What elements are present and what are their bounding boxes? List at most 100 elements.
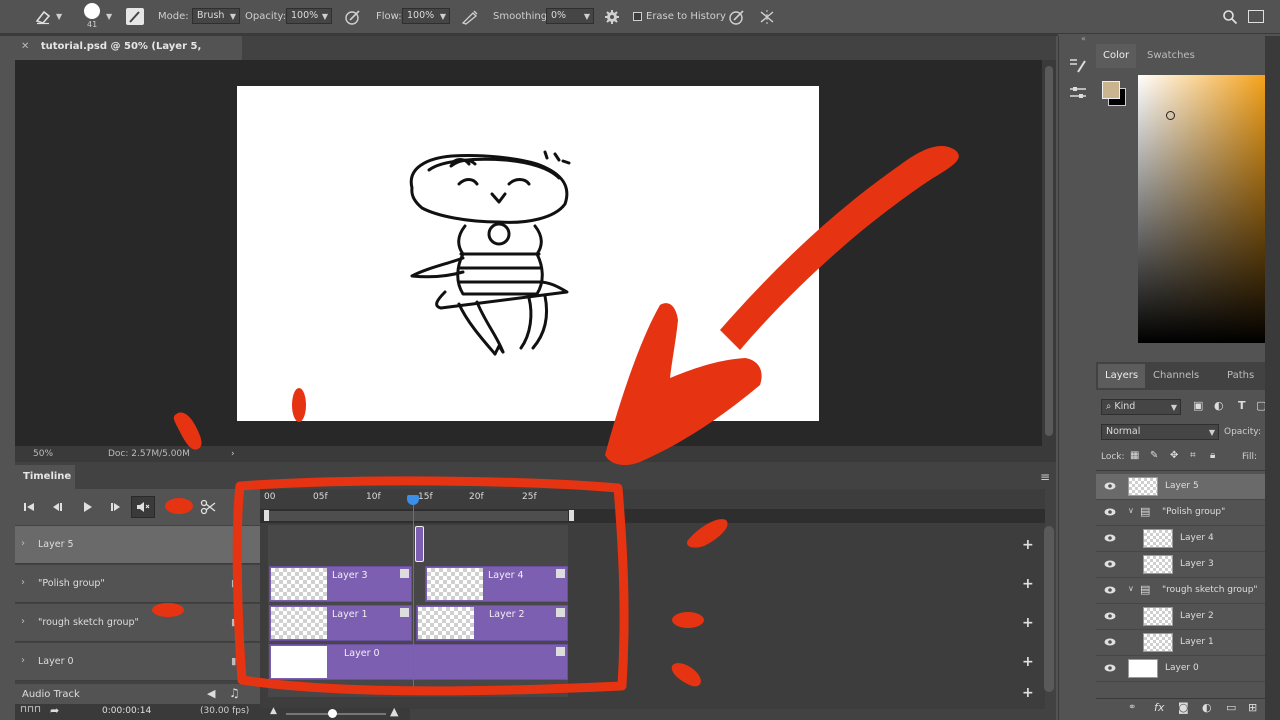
work-area-bar[interactable] (260, 509, 1045, 523)
visibility-eye-icon[interactable] (1104, 611, 1116, 621)
zoom-out-mountain-icon[interactable]: ▲ (270, 706, 277, 716)
clip-options-icon[interactable] (400, 608, 409, 617)
scroll-thumb[interactable] (1045, 66, 1053, 436)
mode-dropdown[interactable]: Brush ▼ (192, 8, 240, 24)
smoothing-gear-icon[interactable] (604, 9, 620, 25)
timeline-tab[interactable]: Timeline (15, 465, 75, 489)
clip-layer1[interactable]: Layer 1 (269, 605, 412, 641)
filter-type-icon[interactable]: T (1238, 399, 1246, 412)
tab-channels[interactable]: Channels (1146, 364, 1206, 388)
clip-options-icon[interactable] (556, 647, 565, 656)
layer-effects-icon[interactable]: fx (1154, 701, 1164, 714)
symmetry-icon[interactable] (758, 9, 776, 25)
lock-artboard-icon[interactable]: ⌗ (1190, 450, 1196, 461)
tab-swatches[interactable]: Swatches (1140, 44, 1202, 68)
tab-paths[interactable]: Paths (1220, 364, 1261, 388)
split-scissors-icon[interactable] (200, 499, 216, 515)
add-media-button-row2[interactable]: + (1022, 576, 1034, 592)
frame-mode-icon[interactable]: ⊓⊓⊓ (20, 705, 41, 715)
workspace-icon[interactable] (1248, 10, 1264, 23)
brush-settings-icon[interactable] (126, 8, 144, 25)
audio-track-row[interactable]: Audio Track ◀ ♫ (15, 684, 260, 706)
clip-layer5[interactable] (415, 526, 424, 562)
zoom-knob[interactable] (328, 709, 337, 718)
link-layers-icon[interactable]: ⚭ (1128, 702, 1136, 713)
erase-to-history-checkbox[interactable] (633, 12, 642, 21)
flow-input[interactable]: 100% ▼ (402, 8, 450, 24)
lock-position-icon[interactable]: ✥ (1170, 450, 1178, 461)
visibility-eye-icon[interactable] (1104, 533, 1116, 543)
work-area-range[interactable] (268, 511, 568, 521)
expand-arrow-icon[interactable]: › (21, 616, 25, 627)
lock-transparent-icon[interactable]: ▦ (1130, 450, 1139, 461)
work-area-end-handle[interactable] (569, 510, 574, 521)
add-media-button-row3[interactable]: + (1022, 615, 1034, 631)
tab-layers[interactable]: Layers (1098, 364, 1146, 388)
zoom-level[interactable]: 50% (33, 446, 53, 462)
expand-arrow-icon[interactable]: › (21, 655, 25, 666)
clip-options-icon[interactable] (556, 608, 565, 617)
color-field[interactable] (1138, 75, 1265, 343)
foreground-color-swatch[interactable] (1102, 81, 1120, 99)
new-layer-icon[interactable]: ⊞ (1248, 701, 1257, 714)
eraser-tool-icon[interactable] (34, 9, 52, 25)
audio-mute-button[interactable] (131, 496, 155, 518)
tool-preset-chevron-icon[interactable]: ▼ (56, 12, 62, 21)
clip-layer2[interactable]: Layer 2 (416, 605, 568, 641)
visibility-eye-icon[interactable] (1104, 481, 1116, 491)
brush-preview-icon[interactable] (84, 3, 100, 19)
timeline-ruler[interactable]: 00 05f 10f 15f 20f 25f (260, 489, 1045, 509)
timeline-zoom-slider[interactable]: ▲ ▲ (260, 705, 410, 720)
group-expand-icon[interactable]: ∨ (1128, 584, 1134, 593)
timeline-tracks[interactable]: 00 05f 10f 15f 20f 25f Layer 3 Layer 4 L… (260, 489, 1045, 709)
add-media-button-row1[interactable]: + (1022, 537, 1034, 553)
opacity-input[interactable]: 100% ▼ (286, 8, 332, 24)
lock-all-icon[interactable]: 🔒︎ (1210, 450, 1215, 461)
visibility-eye-icon[interactable] (1104, 663, 1116, 673)
layer-row-rough-sketch-group[interactable]: ∨ ▤ "rough sketch group" (1096, 578, 1265, 604)
blend-mode-dropdown[interactable]: Normal ▼ (1101, 424, 1219, 440)
audio-volume-icon[interactable]: ◀ (207, 687, 215, 700)
layer-row-layer1[interactable]: Layer 1 (1096, 630, 1265, 656)
airbrush-icon[interactable] (461, 9, 479, 25)
timeline-menu-icon[interactable]: ≡ (1040, 470, 1050, 484)
clip-layer3[interactable]: Layer 3 (269, 566, 412, 602)
clip-options-icon[interactable] (556, 569, 565, 578)
new-adjustment-icon[interactable]: ◐ (1202, 701, 1212, 714)
visibility-eye-icon[interactable] (1104, 637, 1116, 647)
music-note-icon[interactable]: ♫ (229, 686, 240, 700)
go-to-first-frame-icon[interactable] (23, 502, 35, 512)
status-expand-icon[interactable]: › (231, 446, 235, 462)
layer-row-layer5[interactable]: Layer 5 (1096, 474, 1265, 500)
add-mask-icon[interactable]: ◙ (1178, 701, 1189, 714)
pressure-size-icon[interactable] (728, 9, 746, 25)
layer-row-polish-group[interactable]: ∨ ▤ "Polish group" (1096, 500, 1265, 526)
close-tab-icon[interactable]: ✕ (21, 41, 29, 52)
adjustments-panel-icon[interactable] (1068, 84, 1088, 102)
smoothing-input[interactable]: 0% ▼ (546, 8, 594, 24)
zoom-in-mountain-icon[interactable]: ▲ (390, 705, 398, 718)
layer-row-layer4[interactable]: Layer 4 (1096, 526, 1265, 552)
timeline-vertical-scrollbar[interactable] (1044, 526, 1054, 692)
document-tab[interactable]: ✕ tutorial.psd @ 50% (Layer 5, RGB/8#) (15, 36, 242, 74)
collapse-panels-icon[interactable]: « (1081, 34, 1086, 43)
playhead-line[interactable] (413, 495, 414, 695)
layer-row-layer2[interactable]: Layer 2 (1096, 604, 1265, 630)
filter-pixel-icon[interactable]: ▣ (1193, 399, 1203, 412)
layer-filter-dropdown[interactable]: ⌕ Kind ▼ (1101, 399, 1181, 415)
tab-color[interactable]: Color (1096, 44, 1137, 68)
timeline-row-layer0[interactable]: › Layer 0 ▮ (15, 643, 260, 681)
clip-options-icon[interactable] (400, 569, 409, 578)
timeline-row-polish-group[interactable]: › "Polish group" ▮ (15, 565, 260, 603)
add-media-button-row4[interactable]: + (1022, 654, 1034, 670)
pressure-opacity-icon[interactable] (344, 9, 362, 25)
work-area-start-handle[interactable] (264, 510, 269, 521)
expand-arrow-icon[interactable]: › (21, 577, 25, 588)
visibility-eye-icon[interactable] (1104, 585, 1116, 595)
history-brush-panel-icon[interactable] (1068, 56, 1088, 74)
new-group-icon[interactable]: ▭ (1226, 701, 1236, 714)
brush-picker-chevron-icon[interactable]: ▼ (106, 12, 112, 21)
expand-arrow-icon[interactable]: › (21, 538, 25, 549)
color-picker-cursor[interactable] (1166, 111, 1175, 120)
play-icon[interactable] (82, 502, 94, 512)
